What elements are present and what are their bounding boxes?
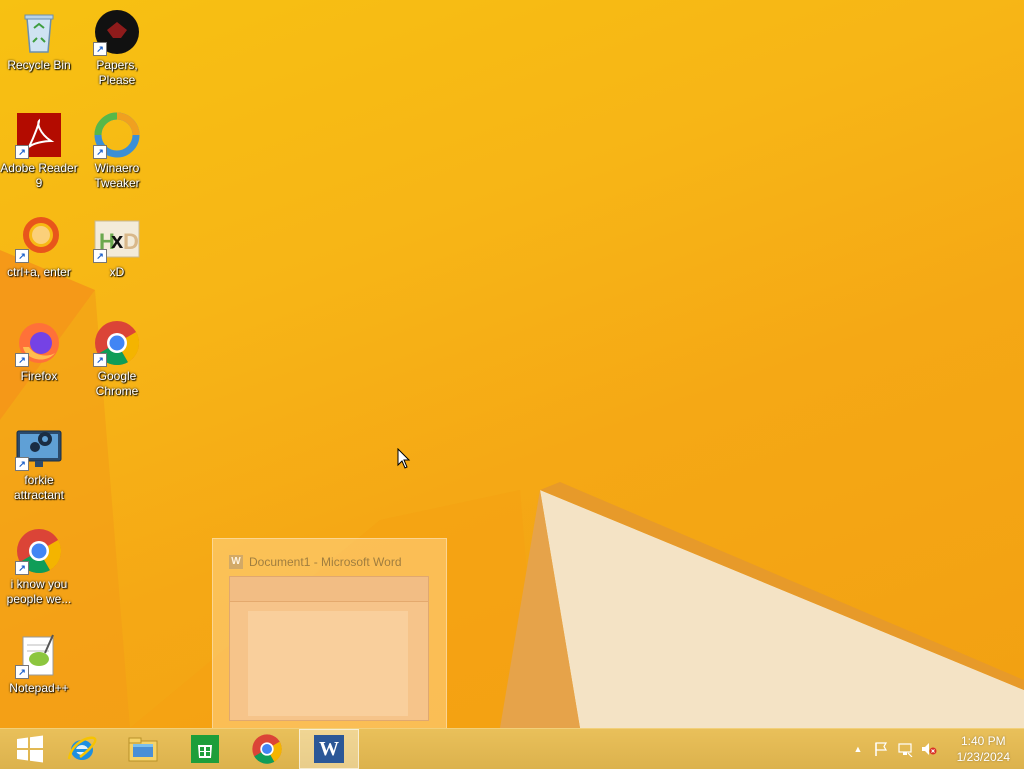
desktop-icon-forkie-attractant[interactable]: ↗ forkie attractant <box>0 423 78 503</box>
desktop-icon-google-chrome[interactable]: ↗ Google Chrome <box>78 319 156 399</box>
chrome-icon: ↗ <box>15 527 63 575</box>
desktop-icon-label: Notepad++ <box>9 681 69 695</box>
shortcut-arrow-icon: ↗ <box>15 665 29 679</box>
taskbar-file-explorer[interactable] <box>113 729 173 769</box>
desktop-icon-i-know-you-people[interactable]: ↗ i know you people we... <box>0 527 78 607</box>
flag-icon[interactable] <box>873 741 889 757</box>
desktop-icon-label: ctrl+a, enter <box>7 265 71 279</box>
desktop-icon-label: xD <box>109 265 125 279</box>
network-icon[interactable] <box>897 741 913 757</box>
desktop-icon-label: forkie attractant <box>13 473 65 502</box>
shortcut-arrow-icon: ↗ <box>93 145 107 159</box>
show-hidden-icons-button[interactable]: ▲ <box>850 741 866 757</box>
desktop-icon-label: Recycle Bin <box>7 58 71 72</box>
taskbar-word[interactable]: W <box>299 729 359 769</box>
notepadpp-icon: ↗ <box>15 631 63 679</box>
adobe-reader-icon: ↗ <box>15 111 63 159</box>
desktop[interactable]: Recycle Bin ↗ Adobe Reader 9 ↗ ctrl+a, e… <box>0 0 1024 728</box>
shortcut-arrow-icon: ↗ <box>15 561 29 575</box>
clock-date: 1/23/2024 <box>956 750 1010 764</box>
shortcut-arrow-icon: ↗ <box>93 42 107 56</box>
desktop-icon-label: Adobe Reader 9 <box>0 161 78 190</box>
orange-ring-icon: ↗ <box>15 215 63 263</box>
recycle-bin-icon <box>15 8 63 56</box>
taskbar-chrome[interactable] <box>237 729 297 769</box>
desktop-icon-label: Google Chrome <box>95 369 139 398</box>
desktop-icon-adobe-reader[interactable]: ↗ Adobe Reader 9 <box>0 111 78 191</box>
shortcut-arrow-icon: ↗ <box>93 353 107 367</box>
taskbar-thumbnail-preview[interactable]: W Document1 - Microsoft Word <box>212 538 447 728</box>
desktop-icon-winaero-tweaker[interactable]: ↗ Winaero Tweaker <box>78 111 156 191</box>
desktop-icon-firefox[interactable]: ↗ Firefox <box>0 319 78 384</box>
firefox-icon: ↗ <box>15 319 63 367</box>
word-icon-letter: W <box>319 738 339 760</box>
shortcut-arrow-icon: ↗ <box>15 457 29 471</box>
start-button[interactable] <box>0 729 60 769</box>
windows-logo-icon <box>17 735 43 763</box>
papers-please-icon: ↗ <box>93 8 141 56</box>
internet-explorer-icon <box>67 736 97 760</box>
thumbnail-page <box>248 611 408 716</box>
desktop-icon-papers-please[interactable]: ↗ Papers, Please <box>78 8 156 88</box>
word-icon: W <box>229 555 243 569</box>
shortcut-arrow-icon: ↗ <box>15 145 29 159</box>
desktop-icon-label: Firefox <box>20 369 58 383</box>
thumbnail-title-text: Document1 - Microsoft Word <box>249 555 402 569</box>
chrome-icon: ↗ <box>93 319 141 367</box>
taskbar: W ▲ 1:40 PM 1/23/2024 <box>0 728 1024 769</box>
mouse-cursor-icon <box>397 448 411 469</box>
chrome-icon <box>252 734 282 764</box>
file-explorer-icon <box>128 737 158 762</box>
shortcut-arrow-icon: ↗ <box>15 249 29 263</box>
desktop-icon-recycle-bin[interactable]: Recycle Bin <box>0 8 78 73</box>
taskbar-internet-explorer[interactable] <box>52 729 112 769</box>
thumbnail-ribbon <box>230 577 428 602</box>
word-icon: W <box>314 735 344 763</box>
computer-settings-icon: ↗ <box>15 423 63 471</box>
thumbnail-window-preview[interactable] <box>229 576 429 721</box>
svg-text:D: D <box>123 229 139 254</box>
winaero-tweaker-icon: ↗ <box>93 111 141 159</box>
store-icon <box>191 735 219 763</box>
shortcut-arrow-icon: ↗ <box>93 249 107 263</box>
hxd-icon: H x D ↗ <box>93 215 141 263</box>
shortcut-arrow-icon: ↗ <box>15 353 29 367</box>
desktop-icon-label: Papers, Please <box>96 58 138 87</box>
desktop-icon-notepadpp[interactable]: ↗ Notepad++ <box>0 631 78 696</box>
taskbar-store[interactable] <box>175 729 235 769</box>
clock[interactable]: 1:40 PM 1/23/2024 <box>957 733 1010 765</box>
volume-muted-icon[interactable] <box>921 741 937 757</box>
desktop-icon-xd[interactable]: H x D ↗ xD <box>78 215 156 280</box>
chevron-up-icon: ▲ <box>853 744 863 754</box>
thumbnail-title: W Document1 - Microsoft Word <box>229 555 402 569</box>
desktop-icon-label: Winaero Tweaker <box>94 161 140 190</box>
desktop-icon-ctrl-a-enter[interactable]: ↗ ctrl+a, enter <box>0 215 78 280</box>
desktop-icon-label: i know you people we... <box>6 577 72 606</box>
clock-time: 1:40 PM <box>960 734 1006 748</box>
